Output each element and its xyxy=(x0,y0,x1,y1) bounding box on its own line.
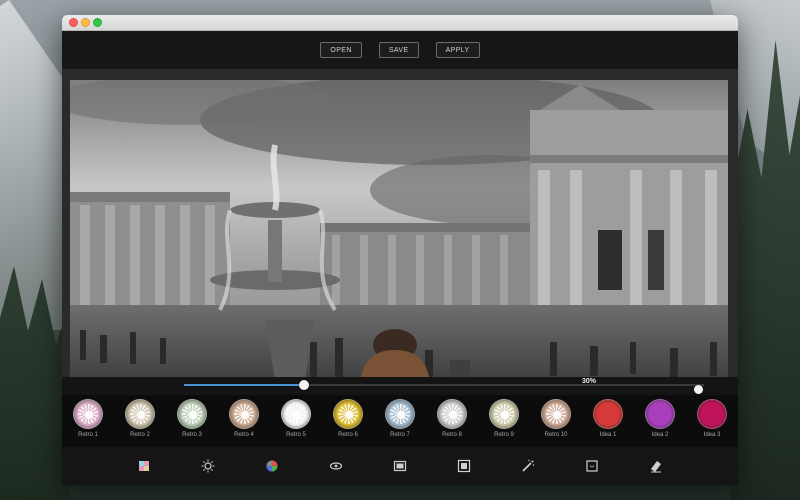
filter-thumbnail xyxy=(177,399,207,429)
filter-strip: Retro 1 Retro 2 Retro 3 Retro 4 Retro 5 Retro… xyxy=(62,395,738,447)
open-button[interactable]: OPEN xyxy=(320,42,362,58)
svg-text:↔: ↔ xyxy=(590,464,594,470)
close-button[interactable] xyxy=(69,18,78,27)
filter-thumbnail xyxy=(229,399,259,429)
filter-label: Retro 2 xyxy=(130,432,150,438)
filter-label: Retro 9 xyxy=(494,432,514,438)
filter-thumbnail xyxy=(489,399,519,429)
filter-thumbnail xyxy=(281,399,311,429)
filter-item[interactable]: Retro 4 xyxy=(218,395,270,447)
filter-item[interactable]: Retro 7 xyxy=(374,395,426,447)
secondary-slider-knob[interactable] xyxy=(694,385,703,394)
filter-label: Retro 3 xyxy=(182,432,202,438)
color-tool-icon[interactable] xyxy=(265,459,279,473)
filter-label: Retro 7 xyxy=(390,432,410,438)
filter-label: Idea 3 xyxy=(703,432,721,438)
filter-thumbnail xyxy=(697,399,727,429)
crop-tool-icon[interactable]: ↔ xyxy=(585,459,599,473)
filter-label: Retro 10 xyxy=(544,432,568,438)
filter-item[interactable]: Retro 3 xyxy=(166,395,218,447)
filter-label: Idea 2 xyxy=(651,432,669,438)
slider-knob[interactable] xyxy=(298,380,309,390)
filters-tool-icon[interactable] xyxy=(137,459,151,473)
overlay-tool-icon[interactable] xyxy=(457,459,471,473)
filter-item[interactable]: Retro 10 xyxy=(530,395,582,447)
minimize-button[interactable] xyxy=(81,18,90,27)
filter-label: Retro 5 xyxy=(286,432,306,438)
title-bar xyxy=(62,15,738,31)
filter-label: Retro 1 xyxy=(78,432,98,438)
filter-label: Retro 4 xyxy=(234,432,254,438)
filter-item[interactable]: Retro 6 xyxy=(322,395,374,447)
filter-item[interactable]: Idea 1 xyxy=(582,395,634,447)
vignette-tool-icon[interactable] xyxy=(329,459,343,473)
photo-preview[interactable] xyxy=(70,80,728,389)
filter-thumbnail xyxy=(437,399,467,429)
filter-item[interactable]: Idea 2 xyxy=(634,395,686,447)
tool-bar: ↔ xyxy=(62,447,738,485)
filter-label: Retro 8 xyxy=(442,432,462,438)
photo-image xyxy=(70,80,728,389)
filter-thumbnail xyxy=(333,399,363,429)
filter-item[interactable]: Idea 3 xyxy=(686,395,738,447)
filter-thumbnail xyxy=(593,399,623,429)
eraser-tool-icon[interactable] xyxy=(649,459,663,473)
filter-label: Retro 6 xyxy=(338,432,358,438)
slider-fill xyxy=(184,384,304,386)
filter-item[interactable]: Retro 5 xyxy=(270,395,322,447)
filter-label: Idea 1 xyxy=(599,432,617,438)
canvas-area xyxy=(62,69,738,389)
filter-item[interactable]: Retro 2 xyxy=(114,395,166,447)
magic-wand-tool-icon[interactable] xyxy=(521,459,535,473)
toolbar: OPEN SAVE APPLY xyxy=(62,31,738,69)
maximize-button[interactable] xyxy=(93,18,102,27)
filter-thumbnail xyxy=(645,399,675,429)
save-button[interactable]: SAVE xyxy=(378,42,419,58)
filter-thumbnail xyxy=(125,399,155,429)
intensity-slider[interactable] xyxy=(184,380,704,390)
filter-item[interactable]: Retro 8 xyxy=(426,395,478,447)
filter-thumbnail xyxy=(73,399,103,429)
filter-item[interactable]: Retro 1 xyxy=(62,395,114,447)
apply-button[interactable]: APPLY xyxy=(435,42,480,58)
filter-thumbnail xyxy=(541,399,571,429)
frame-tool-icon[interactable] xyxy=(393,459,407,473)
brightness-tool-icon[interactable] xyxy=(201,459,215,473)
app-window: OPEN SAVE APPLY 30% Retro 1 Retro 2 Retr… xyxy=(62,15,738,485)
slider-value: 30% xyxy=(582,378,597,385)
filter-thumbnail xyxy=(385,399,415,429)
filter-item[interactable]: Retro 9 xyxy=(478,395,530,447)
